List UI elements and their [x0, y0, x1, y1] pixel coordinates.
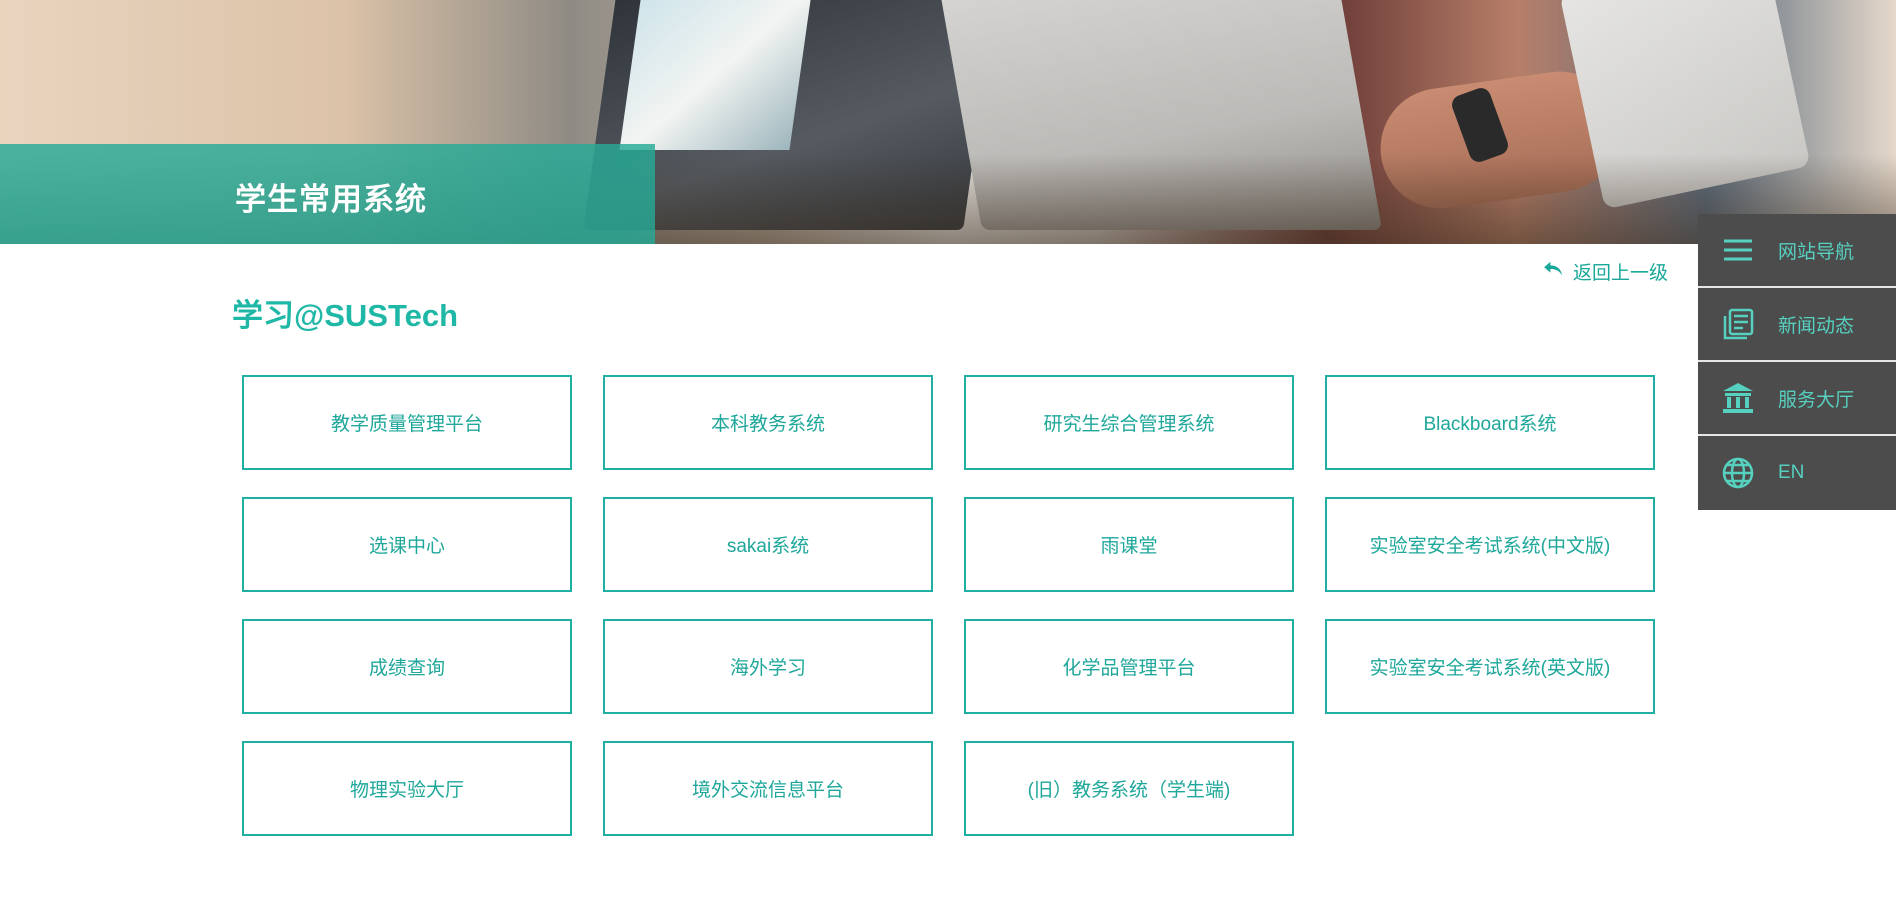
side-nav-item-site-nav[interactable]: 网站导航 [1698, 214, 1896, 288]
side-nav-item-news[interactable]: 新闻动态 [1698, 288, 1896, 362]
side-nav-label: EN [1778, 462, 1805, 483]
system-tile[interactable]: 本科教务系统 [603, 375, 933, 470]
reply-arrow-icon [1543, 260, 1565, 283]
system-tile[interactable]: 化学品管理平台 [964, 619, 1294, 714]
system-tile[interactable]: 选课中心 [242, 497, 572, 592]
back-link-label: 返回上一级 [1573, 262, 1669, 284]
system-tile[interactable]: 海外学习 [603, 619, 933, 714]
system-tile[interactable]: 实验室安全考试系统(英文版) [1325, 619, 1655, 714]
system-tile[interactable]: 物理实验大厅 [242, 741, 572, 836]
system-tile[interactable]: Blackboard系统 [1325, 375, 1655, 470]
systems-grid: 教学质量管理平台 本科教务系统 研究生综合管理系统 Blackboard系统 选… [242, 375, 1656, 836]
side-nav: 网站导航 新闻动态 服务大厅 EN [1698, 214, 1896, 510]
system-tile[interactable]: 成绩查询 [242, 619, 572, 714]
news-icon [1698, 307, 1778, 341]
back-link[interactable]: 返回上一级 [1543, 258, 1668, 285]
system-tile[interactable]: sakai系统 [603, 497, 933, 592]
globe-icon [1698, 456, 1778, 490]
system-tile[interactable]: 研究生综合管理系统 [964, 375, 1294, 470]
side-nav-item-language[interactable]: EN [1698, 436, 1896, 510]
system-tile[interactable]: 教学质量管理平台 [242, 375, 572, 470]
system-tile[interactable]: (旧）教务系统（学生端) [964, 741, 1294, 836]
page-title: 学生常用系统 [235, 182, 427, 217]
section-title: 学习@SUSTech [232, 298, 459, 333]
system-tile[interactable]: 境外交流信息平台 [603, 741, 933, 836]
side-nav-label: 网站导航 [1778, 241, 1855, 263]
system-tile[interactable]: 实验室安全考试系统(中文版) [1325, 497, 1655, 592]
menu-icon [1698, 233, 1778, 267]
bank-icon [1698, 381, 1778, 415]
banner-title-band: 学生常用系统 [0, 144, 655, 244]
system-tile[interactable]: 雨课堂 [964, 497, 1294, 592]
banner-laptop-screen [619, 0, 811, 150]
side-nav-label: 服务大厅 [1778, 389, 1855, 411]
side-nav-item-service-hall[interactable]: 服务大厅 [1698, 362, 1896, 436]
side-nav-label: 新闻动态 [1778, 315, 1855, 337]
